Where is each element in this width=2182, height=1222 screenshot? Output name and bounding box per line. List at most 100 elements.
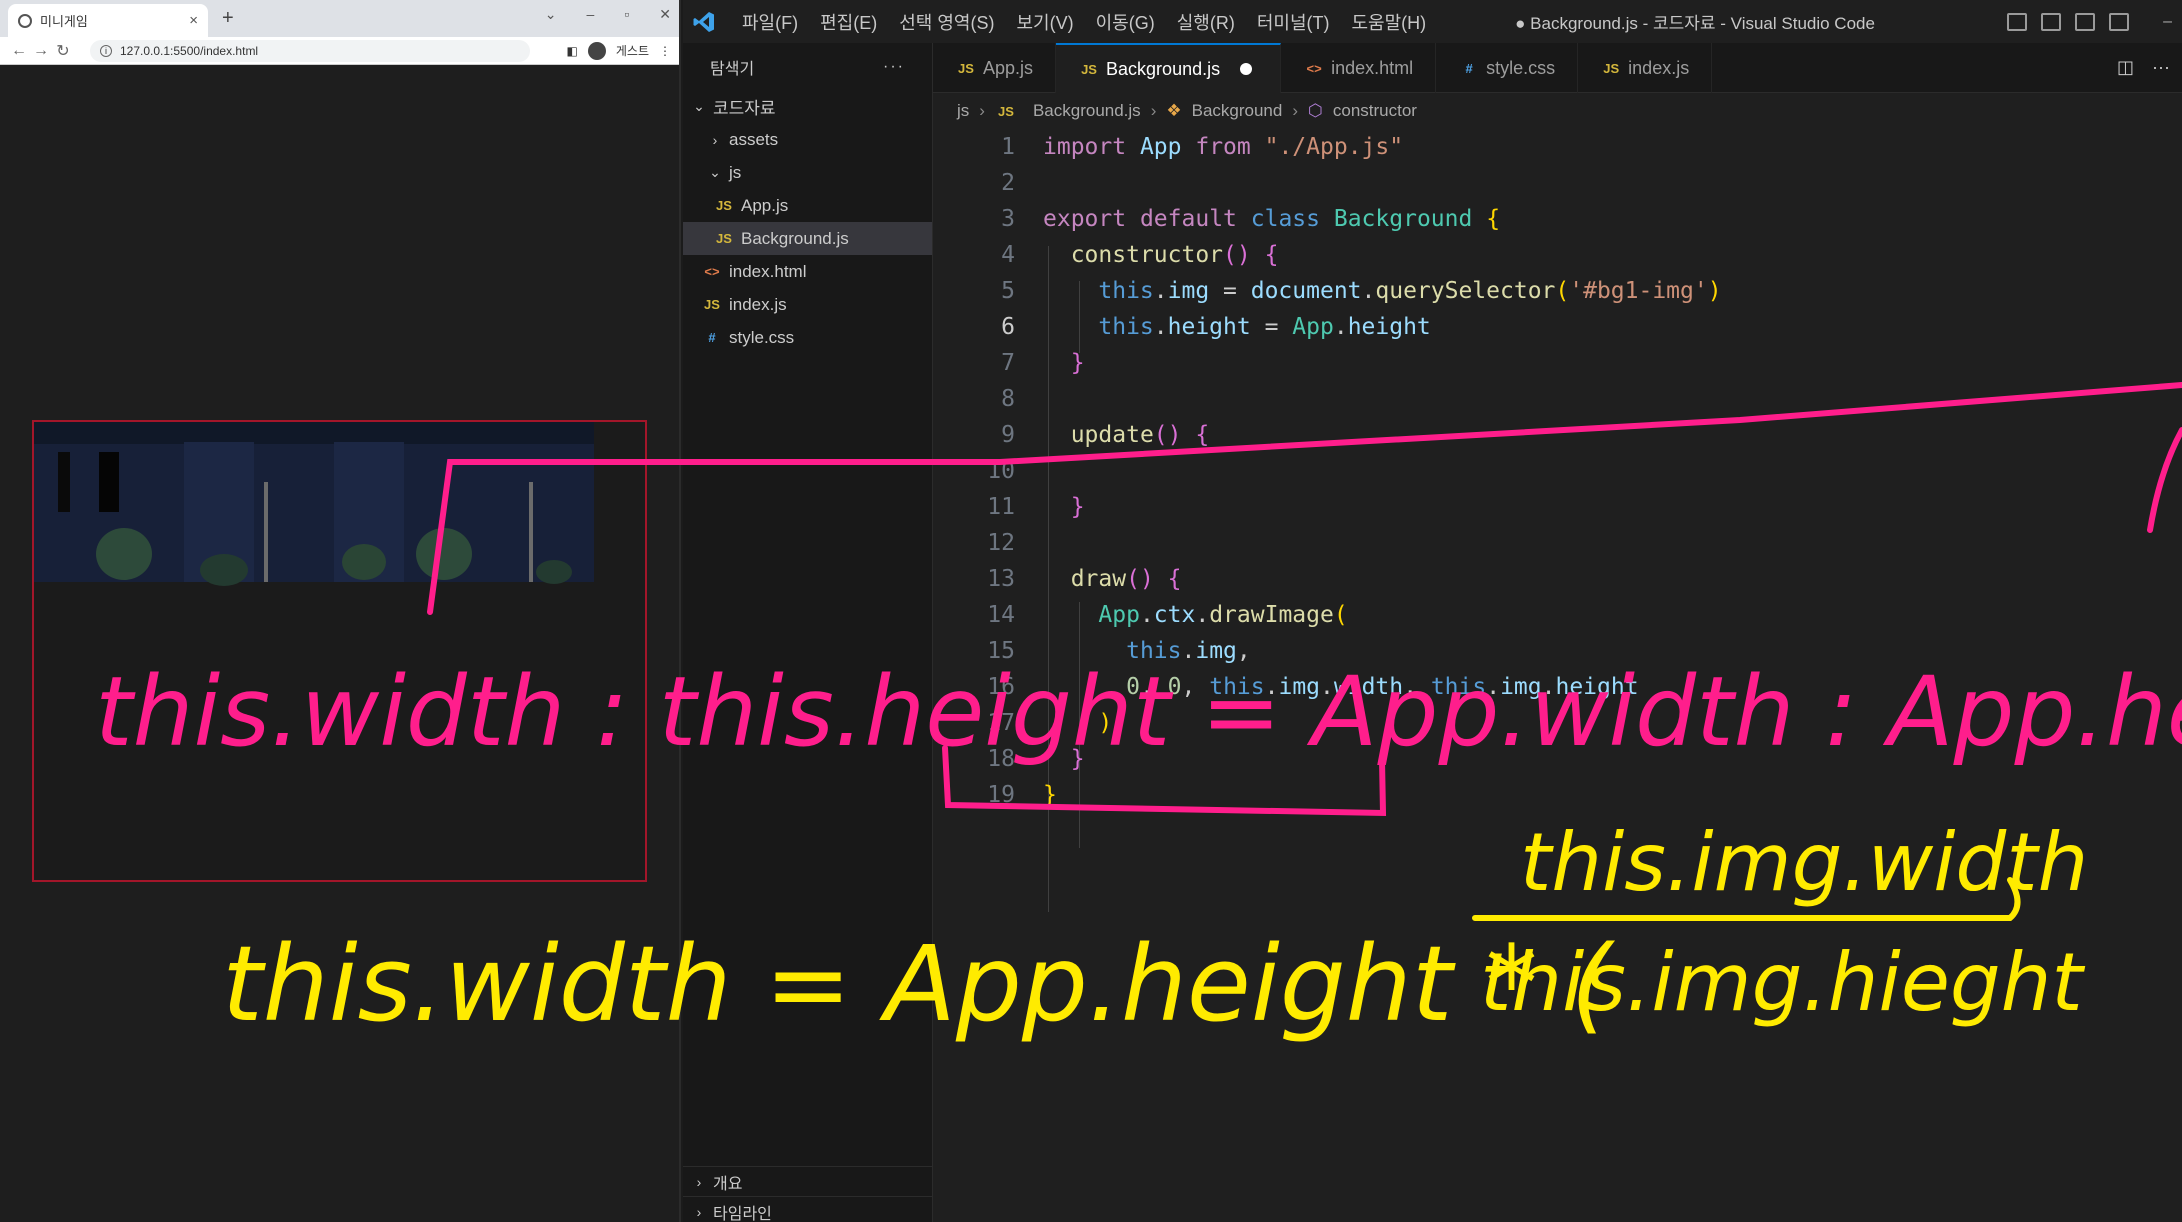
tree-file-backgroundjs[interactable]: JS Background.js — [683, 222, 932, 255]
info-icon[interactable]: i — [100, 44, 112, 57]
tab-indexjs[interactable]: JS index.js — [1578, 43, 1713, 93]
line-number: 13 — [987, 566, 1015, 592]
more-actions-icon[interactable]: ··· — [2152, 57, 2170, 78]
modified-dot-icon[interactable] — [1240, 63, 1253, 75]
tree-item-label: App.js — [741, 195, 789, 215]
tab-stylecss[interactable]: # style.css — [1436, 43, 1579, 93]
line-number: 12 — [987, 530, 1015, 556]
line-number: 8 — [1001, 386, 1015, 412]
toggle-secondary-sidebar-icon[interactable] — [2075, 12, 2096, 31]
tree-item-label: Background.js — [741, 228, 849, 248]
tree-root-label: 코드자료 — [713, 99, 776, 118]
line-number: 5 — [1001, 278, 1015, 304]
toggle-panel-icon[interactable] — [2041, 12, 2062, 31]
breadcrumb-class[interactable]: Background — [1192, 101, 1283, 121]
html-file-icon: <> — [704, 264, 720, 279]
chevron-right-icon: › — [979, 101, 985, 120]
breadcrumb-method[interactable]: constructor — [1333, 101, 1417, 121]
reload-button[interactable]: ↻ — [52, 41, 74, 61]
menu-help[interactable]: 도움말(H) — [1341, 9, 1438, 35]
vscode-logo-icon — [683, 0, 725, 43]
code-line: 6 this.height = App.height — [933, 309, 2182, 345]
code-editor[interactable]: 1 import App from "./App.js" 2 3 export de… — [933, 129, 2182, 1222]
menu-edit[interactable]: 편집(E) — [809, 9, 888, 35]
close-window-button[interactable]: ✕ — [659, 6, 671, 23]
tab-label: index.js — [1628, 57, 1690, 78]
tree-folder-js[interactable]: ⌄ js — [683, 156, 932, 189]
menu-terminal[interactable]: 터미널(T) — [1246, 9, 1341, 35]
browser-tab[interactable]: 미니게임 × — [8, 4, 208, 37]
timeline-label: 타임라인 — [713, 1205, 772, 1222]
timeline-section[interactable]: › 타임라인 — [683, 1196, 933, 1222]
tree-file-appjs[interactable]: JS App.js — [683, 189, 932, 222]
code-line: 7 } — [933, 345, 2182, 381]
avatar[interactable] — [587, 41, 606, 60]
window-controls: ⌄ – ▫ ✕ — [545, 6, 671, 23]
close-icon[interactable]: × — [189, 12, 198, 29]
line-number: 18 — [987, 746, 1015, 772]
game-canvas[interactable] — [32, 420, 647, 882]
maximize-button[interactable]: ▫ — [624, 6, 629, 23]
line-number: 16 — [987, 674, 1015, 700]
globe-icon — [18, 13, 32, 28]
toggle-sidebar-icon[interactable] — [2007, 12, 2028, 31]
split-editor-icon[interactable]: ◫ — [2117, 57, 2134, 78]
line-number: 10 — [987, 458, 1015, 484]
tree-root[interactable]: ⌄ 코드자료 — [683, 90, 932, 123]
breadcrumb-folder[interactable]: js — [957, 101, 969, 121]
tree-file-stylecss[interactable]: # style.css — [683, 321, 932, 354]
tree-item-label: index.html — [729, 261, 807, 281]
menu-run[interactable]: 실행(R) — [1166, 9, 1246, 35]
vscode-window: 파일(F) 편집(E) 선택 영역(S) 보기(V) 이동(G) 실행(R) 터… — [683, 0, 2182, 1222]
js-file-icon: JS — [716, 198, 732, 213]
breadcrumb: js › JS Background.js › ❖ Background › ⬡… — [933, 93, 2182, 129]
profile-label[interactable]: 게스트 — [616, 42, 649, 59]
chevron-right-icon: › — [696, 1173, 702, 1190]
code-line: 15 this.img, — [933, 633, 2182, 669]
sidepanel-icon[interactable]: ◧ — [567, 44, 578, 58]
line-number: 17 — [987, 710, 1015, 736]
tree-item-label: index.js — [729, 294, 787, 314]
code-line: 16 0, 0, this.img.width, this.img.height — [933, 669, 2182, 705]
line-number: 19 — [987, 782, 1015, 808]
tab-backgroundjs[interactable]: JS Background.js — [1056, 43, 1282, 93]
code-line: 8 — [933, 381, 2182, 417]
forward-button[interactable]: → — [30, 42, 52, 60]
menu-selection[interactable]: 선택 영역(S) — [888, 9, 1005, 35]
line-number: 4 — [1001, 242, 1015, 268]
minimize-button[interactable]: – — [587, 6, 595, 23]
js-file-icon: JS — [1081, 61, 1097, 77]
tree-file-indexhtml[interactable]: <> index.html — [683, 255, 932, 288]
js-file-icon: JS — [704, 297, 720, 312]
tree-file-indexjs[interactable]: JS index.js — [683, 288, 932, 321]
menu-go[interactable]: 이동(G) — [1085, 9, 1166, 35]
editor-tabs: JS App.js JS Background.js <> index.html… — [933, 43, 2182, 93]
code-line: 9 update() { — [933, 417, 2182, 453]
code-line: 18 } — [933, 741, 2182, 777]
layout-controls: – — [2007, 12, 2172, 31]
js-file-icon: JS — [1603, 60, 1620, 76]
code-line: 11 } — [933, 489, 2182, 525]
menu-file[interactable]: 파일(F) — [731, 9, 809, 35]
tab-appjs[interactable]: JS App.js — [933, 43, 1057, 93]
line-number: 3 — [1001, 206, 1015, 232]
back-button[interactable]: ← — [8, 42, 30, 60]
browser-tab-title: 미니게임 — [40, 14, 88, 29]
breadcrumb-file[interactable]: Background.js — [1033, 101, 1141, 121]
new-tab-button[interactable]: + — [222, 7, 234, 30]
outline-label: 개요 — [713, 1175, 743, 1193]
tab-indexhtml[interactable]: <> index.html — [1281, 43, 1437, 93]
window-title: ● Background.js - 코드자료 - Visual Studio C… — [1515, 14, 1875, 33]
minimize-button[interactable]: – — [2163, 13, 2172, 31]
chevron-down-icon[interactable]: ⌄ — [545, 6, 557, 23]
line-number: 1 — [1001, 134, 1015, 160]
menu-view[interactable]: 보기(V) — [1005, 9, 1084, 35]
customize-layout-icon[interactable] — [2109, 12, 2130, 31]
url-input[interactable]: i 127.0.0.1:5500/index.html — [90, 39, 530, 62]
menu-icon[interactable]: ⋮ — [659, 44, 671, 58]
code-line: 10 — [933, 453, 2182, 489]
tree-folder-assets[interactable]: › assets — [683, 123, 932, 156]
outline-section[interactable]: › 개요 — [683, 1166, 933, 1196]
more-actions-icon[interactable]: ··· — [883, 58, 905, 76]
tree-item-label: style.css — [729, 327, 795, 347]
